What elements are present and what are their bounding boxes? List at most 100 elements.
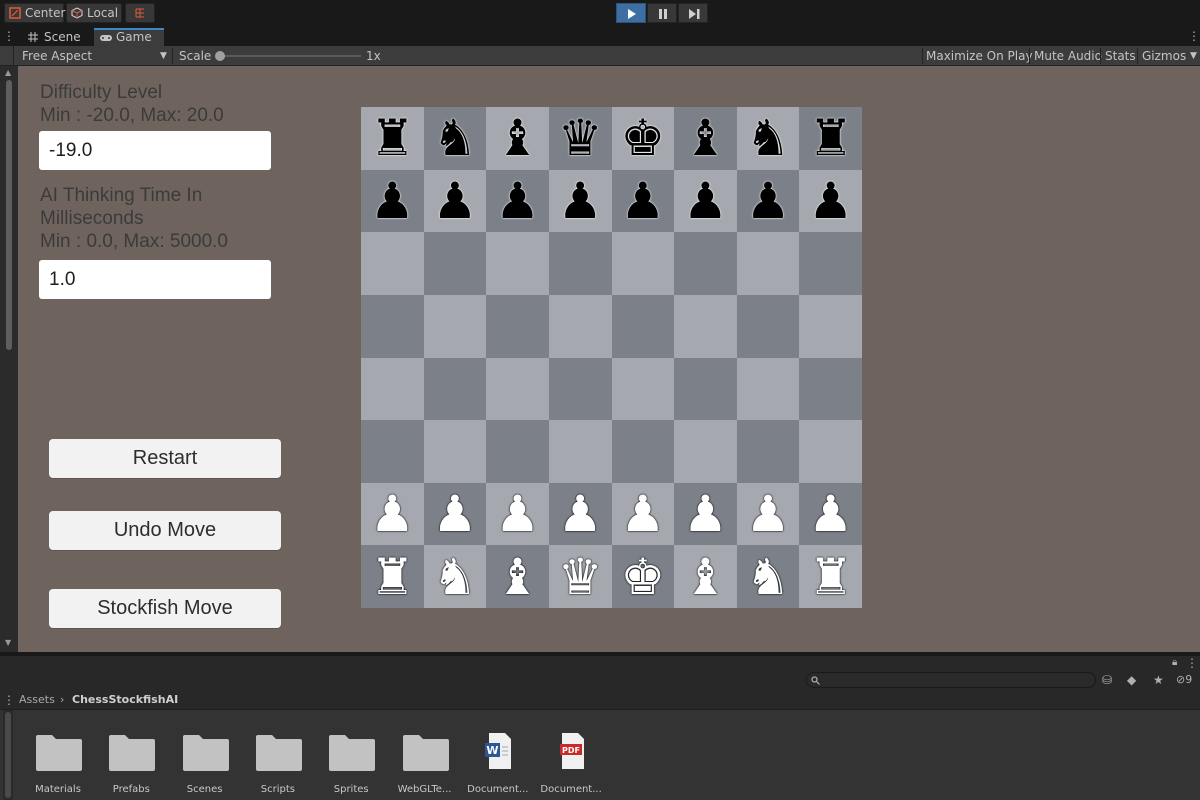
board-square[interactable]	[611, 420, 675, 483]
board-square[interactable]	[361, 232, 424, 295]
board-square[interactable]	[423, 357, 487, 421]
board-square[interactable]	[361, 420, 424, 483]
scale-slider-thumb[interactable]	[215, 51, 225, 61]
breadcrumb-current-folder[interactable]: ChessStockfishAI	[72, 690, 178, 710]
breadcrumb-menu-kebab-icon[interactable]: ⋮	[3, 693, 15, 707]
board-square[interactable]: ♞	[423, 107, 487, 170]
board-square[interactable]	[423, 420, 487, 483]
asset-item[interactable]: PDF Document...	[537, 730, 605, 800]
difficulty-input[interactable]	[39, 131, 271, 170]
board-square[interactable]	[486, 294, 549, 358]
assets-scrollbar[interactable]	[3, 710, 13, 800]
project-search-input[interactable]	[806, 672, 1096, 688]
board-square[interactable]: ♟	[736, 169, 800, 233]
board-square[interactable]	[611, 294, 675, 358]
board-square[interactable]: ♝	[486, 545, 549, 608]
board-square[interactable]: ♟	[486, 482, 549, 546]
asset-item[interactable]: Prefabs	[97, 730, 165, 800]
white-queen-icon[interactable]: ♛	[558, 552, 603, 602]
tab-menu-kebab-icon[interactable]: ⋮	[3, 29, 15, 43]
play-button[interactable]	[616, 3, 646, 23]
board-square[interactable]: ♜	[799, 545, 862, 608]
pivot-local-button[interactable]: Local	[66, 3, 122, 23]
board-square[interactable]	[674, 232, 737, 295]
black-pawn-icon[interactable]: ♟	[433, 176, 478, 226]
vertical-scrollbar[interactable]: ▲ ▼	[0, 66, 18, 652]
board-square[interactable]: ♟	[799, 169, 862, 233]
filter-by-label-icon[interactable]: ◆	[1127, 673, 1136, 687]
white-bishop-icon[interactable]: ♝	[495, 552, 540, 602]
white-pawn-icon[interactable]: ♟	[808, 489, 853, 539]
white-rook-icon[interactable]: ♜	[808, 552, 853, 602]
board-square[interactable]: ♛	[548, 545, 612, 608]
asset-item[interactable]: Scenes	[171, 730, 239, 800]
board-square[interactable]	[799, 232, 862, 295]
white-rook-icon[interactable]: ♜	[370, 552, 415, 602]
asset-item[interactable]: W Document...	[464, 730, 532, 800]
display-selector[interactable]	[0, 46, 14, 66]
scroll-down-icon[interactable]: ▼	[5, 638, 11, 647]
board-square[interactable]: ♝	[486, 107, 549, 170]
white-pawn-icon[interactable]: ♟	[558, 489, 603, 539]
board-square[interactable]	[611, 232, 675, 295]
stockfish-move-button[interactable]: Stockfish Move	[49, 589, 281, 628]
black-knight-icon[interactable]: ♞	[433, 113, 478, 163]
stats-toggle[interactable]: Stats	[1105, 46, 1136, 66]
tab-game[interactable]: Game	[94, 28, 164, 46]
breadcrumb-assets[interactable]: Assets	[19, 690, 55, 710]
board-square[interactable]: ♟	[423, 482, 487, 546]
board-square[interactable]: ♟	[361, 482, 424, 546]
step-button[interactable]	[678, 3, 708, 23]
white-knight-icon[interactable]: ♞	[746, 552, 791, 602]
black-pawn-icon[interactable]: ♟	[495, 176, 540, 226]
board-square[interactable]: ♜	[799, 107, 862, 170]
black-queen-icon[interactable]: ♛	[558, 113, 603, 163]
restart-button[interactable]: Restart	[49, 439, 281, 478]
lock-icon[interactable]: 🔒︎	[1172, 656, 1177, 670]
hidden-packages-icon[interactable]: ⊘9	[1176, 673, 1192, 687]
board-square[interactable]: ♟	[611, 169, 675, 233]
filter-by-type-icon[interactable]: ⛁	[1102, 673, 1112, 687]
asset-item[interactable]: Sprites	[317, 730, 385, 800]
black-pawn-icon[interactable]: ♟	[370, 176, 415, 226]
board-square[interactable]: ♞	[736, 107, 800, 170]
board-square[interactable]	[736, 357, 800, 421]
gizmos-chevron-down-icon[interactable]: ▼	[1190, 46, 1197, 66]
board-square[interactable]: ♟	[736, 482, 800, 546]
white-bishop-icon[interactable]: ♝	[683, 552, 728, 602]
black-king-icon[interactable]: ♚	[620, 113, 665, 163]
black-rook-icon[interactable]: ♜	[370, 113, 415, 163]
board-square[interactable]: ♛	[548, 107, 612, 170]
black-pawn-icon[interactable]: ♟	[620, 176, 665, 226]
black-rook-icon[interactable]: ♜	[808, 113, 853, 163]
panel-menu-kebab-icon[interactable]: ⋮	[1186, 656, 1198, 670]
board-square[interactable]: ♟	[423, 169, 487, 233]
board-square[interactable]: ♟	[486, 169, 549, 233]
asset-item[interactable]: Scripts	[244, 730, 312, 800]
board-square[interactable]: ♜	[361, 545, 424, 608]
aspect-dropdown[interactable]: Free Aspect ▼	[22, 46, 172, 66]
board-square[interactable]	[361, 357, 424, 421]
board-square[interactable]: ♟	[674, 169, 737, 233]
white-pawn-icon[interactable]: ♟	[495, 489, 540, 539]
board-square[interactable]: ♟	[674, 482, 737, 546]
black-bishop-icon[interactable]: ♝	[683, 113, 728, 163]
pivot-center-button[interactable]: Center	[4, 3, 65, 23]
white-pawn-icon[interactable]: ♟	[746, 489, 791, 539]
asset-item[interactable]: WebGLTe...	[391, 730, 459, 800]
tab-scene[interactable]: Scene	[22, 28, 92, 46]
gizmos-toggle[interactable]: Gizmos	[1142, 46, 1186, 66]
board-square[interactable]	[674, 357, 737, 421]
board-square[interactable]	[548, 357, 612, 421]
window-menu-kebab-icon[interactable]: ⋮	[1188, 29, 1200, 43]
board-square[interactable]	[736, 232, 800, 295]
board-square[interactable]	[799, 420, 862, 483]
board-square[interactable]	[423, 294, 487, 358]
white-king-icon[interactable]: ♚	[620, 552, 665, 602]
white-knight-icon[interactable]: ♞	[433, 552, 478, 602]
mute-audio-toggle[interactable]: Mute Audio	[1034, 46, 1102, 66]
board-square[interactable]	[611, 357, 675, 421]
board-square[interactable]	[486, 232, 549, 295]
asset-item[interactable]: Materials	[24, 730, 92, 800]
board-square[interactable]: ♝	[674, 545, 737, 608]
